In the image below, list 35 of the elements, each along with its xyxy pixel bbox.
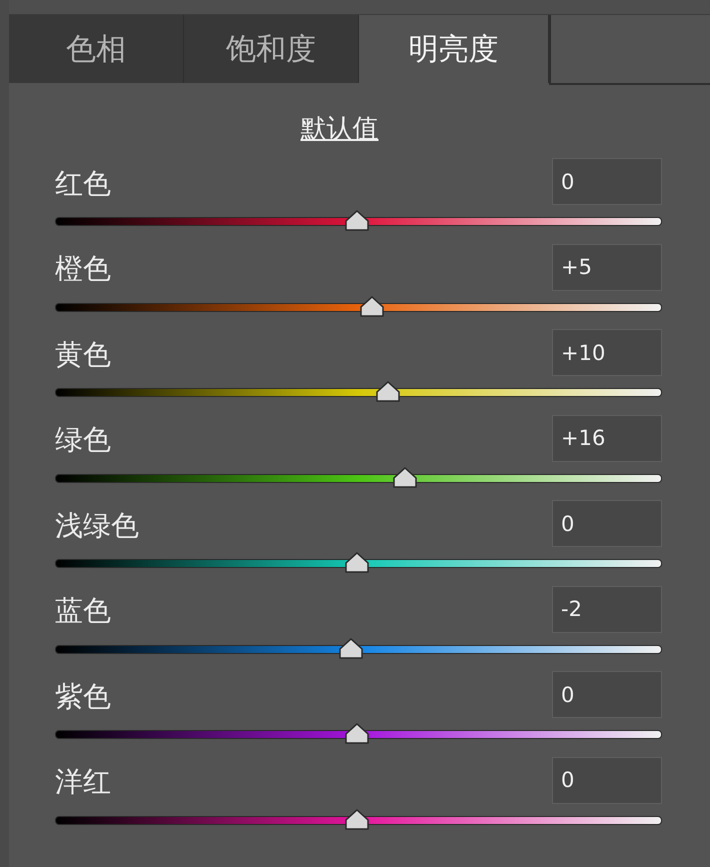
channel-label: 绿色 (55, 422, 111, 458)
value-field[interactable]: +16 (552, 414, 662, 462)
slider-track[interactable] (55, 559, 662, 568)
slider-thumb[interactable] (338, 638, 364, 660)
slider-track[interactable] (55, 730, 662, 739)
channel-label: 红色 (55, 166, 111, 202)
slider-thumb[interactable] (392, 466, 418, 488)
channel-label: 紫色 (55, 678, 111, 714)
slider-track[interactable] (55, 217, 662, 226)
slider-thumb[interactable] (344, 552, 370, 574)
value-field[interactable]: +5 (552, 244, 662, 290)
slider-thumb[interactable] (358, 296, 385, 318)
slider-thumb[interactable] (375, 381, 402, 403)
slider-track[interactable] (55, 644, 662, 654)
slider-thumb[interactable] (344, 210, 370, 232)
channel-label: 橙色 (55, 251, 111, 287)
channel-label: 黄色 (55, 336, 111, 372)
channel-label: 蓝色 (55, 593, 111, 629)
slider-thumb[interactable] (344, 808, 370, 830)
slider-track[interactable] (55, 474, 662, 482)
default-link[interactable]: 默认值 (300, 113, 378, 145)
slider-track[interactable] (55, 816, 662, 824)
slider-thumb[interactable] (344, 723, 370, 745)
channel-label: 洋红 (55, 764, 111, 800)
tab[interactable]: 饱和度 (184, 15, 359, 83)
channel-label: 浅绿色 (55, 508, 139, 544)
slider-track[interactable] (55, 302, 662, 312)
value-field[interactable]: 0 (552, 671, 662, 718)
value-field[interactable]: 0 (552, 500, 662, 547)
value-field[interactable]: 0 (552, 158, 662, 205)
tab[interactable]: 色相 (9, 15, 184, 83)
value-field[interactable]: +10 (552, 329, 662, 376)
slider-track[interactable] (55, 388, 662, 397)
value-field[interactable]: 0 (552, 756, 662, 804)
value-field[interactable]: -2 (552, 586, 662, 632)
